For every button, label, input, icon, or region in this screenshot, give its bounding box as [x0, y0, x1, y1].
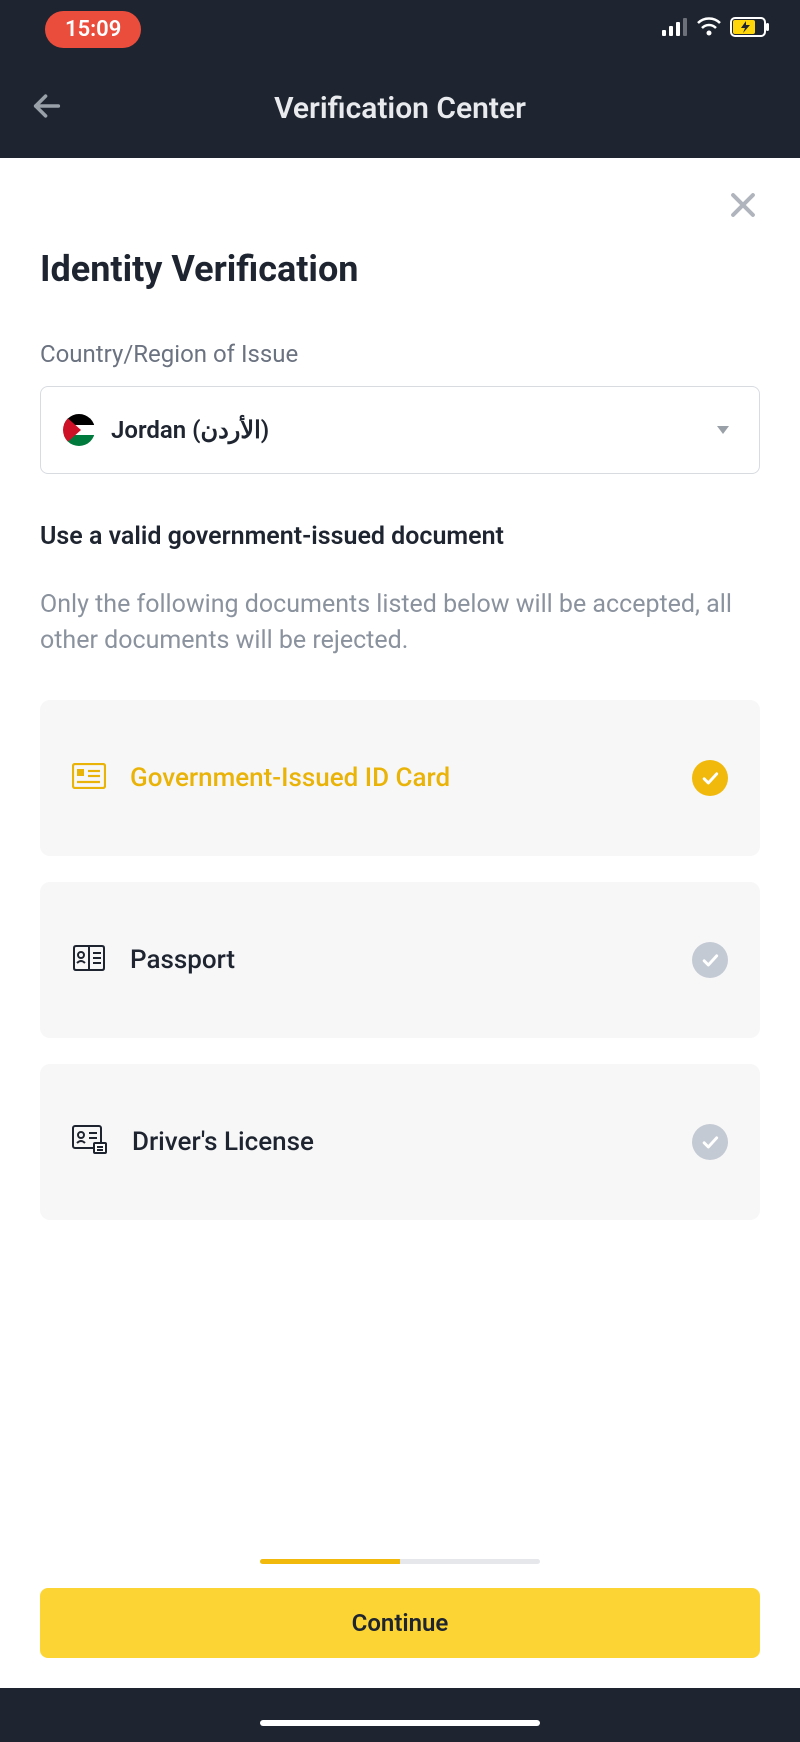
close-icon[interactable] [726, 188, 760, 226]
nav-title: Verification Center [274, 91, 526, 126]
doc-label: Passport [130, 945, 692, 975]
doc-option-passport[interactable]: Passport [40, 882, 760, 1038]
chevron-down-icon [717, 426, 729, 434]
home-indicator[interactable] [260, 1720, 540, 1726]
doc-option-drivers-license[interactable]: Driver's License [40, 1064, 760, 1220]
page-title: Identity Verification [40, 248, 760, 290]
progress-fill [260, 1559, 400, 1564]
document-section-desc: Only the following documents listed belo… [40, 587, 760, 660]
continue-button[interactable]: Continue [40, 1588, 760, 1658]
document-section-title: Use a valid government-issued document [40, 522, 760, 551]
check-circle-icon [692, 1124, 728, 1160]
bottom-chrome [0, 1688, 800, 1742]
passport-icon [72, 944, 106, 976]
progress-empty [400, 1559, 540, 1564]
cellular-icon [662, 18, 688, 40]
drivers-license-icon [72, 1125, 108, 1159]
country-select[interactable]: Jordan (الأردن) [40, 386, 760, 474]
back-arrow-icon[interactable] [30, 89, 64, 127]
check-circle-icon [692, 942, 728, 978]
doc-label: Government-Issued ID Card [130, 763, 692, 793]
country-field-label: Country/Region of Issue [40, 340, 760, 368]
content-panel: Identity Verification Country/Region of … [0, 158, 800, 1688]
status-icons [662, 17, 770, 41]
progress-bar [40, 1559, 760, 1564]
status-time-pill[interactable]: 15:09 [45, 11, 141, 48]
doc-label: Driver's License [132, 1127, 692, 1157]
footer: Continue [0, 1559, 800, 1688]
wifi-icon [696, 17, 722, 41]
doc-option-id-card[interactable]: Government-Issued ID Card [40, 700, 760, 856]
nav-bar: Verification Center [0, 58, 800, 158]
battery-charging-icon [730, 17, 770, 41]
id-card-icon [72, 763, 106, 793]
jordan-flag-icon [63, 414, 95, 446]
check-circle-icon [692, 760, 728, 796]
country-value: Jordan (الأردن) [111, 416, 269, 444]
status-bar: 15:09 [0, 0, 800, 58]
